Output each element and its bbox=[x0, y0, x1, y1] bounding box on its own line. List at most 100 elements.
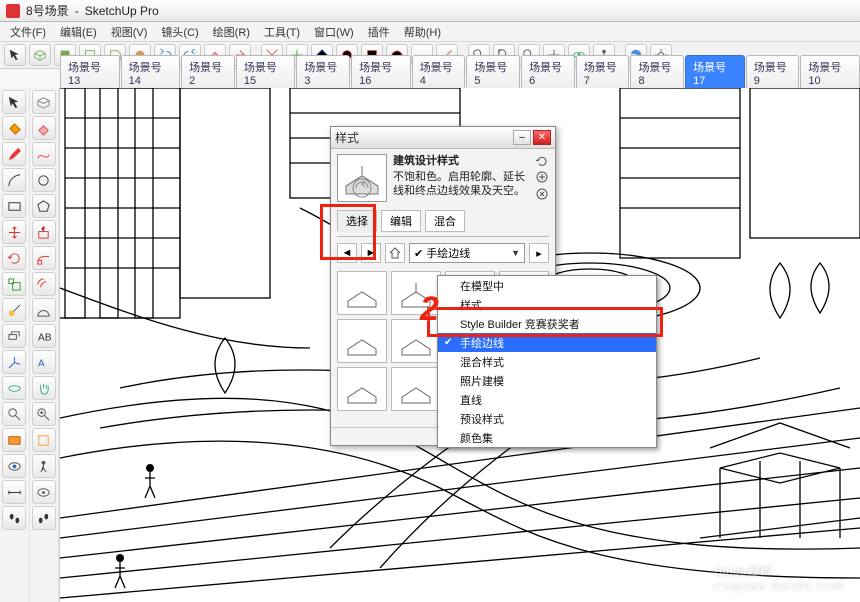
scene-tab-active[interactable]: 场景号17 bbox=[685, 55, 745, 90]
section-plane-icon[interactable] bbox=[2, 428, 26, 452]
component-icon[interactable] bbox=[32, 90, 56, 114]
scene-tab[interactable]: 场景号7 bbox=[576, 55, 630, 90]
scale-tool-icon[interactable] bbox=[2, 272, 26, 296]
menu-plugins[interactable]: 插件 bbox=[362, 22, 396, 42]
dialog-title-label: 样式 bbox=[335, 129, 359, 146]
3d-text-icon[interactable]: A bbox=[32, 350, 56, 374]
details-button[interactable]: ▸ bbox=[529, 243, 549, 263]
scene-tab[interactable]: 场景号9 bbox=[746, 55, 800, 90]
zoom-extents-tool-icon[interactable] bbox=[32, 402, 56, 426]
footprint-icon[interactable] bbox=[2, 506, 26, 530]
app-icon bbox=[6, 4, 20, 18]
text-tool-icon[interactable] bbox=[2, 324, 26, 348]
style-description: 不饱和色。启用轮廓、延长线和终点边线效果及天空。 bbox=[393, 170, 531, 198]
menu-camera[interactable]: 镜头(C) bbox=[155, 22, 204, 42]
style-thumb[interactable] bbox=[391, 367, 441, 411]
scene-tab[interactable]: 场景号14 bbox=[121, 55, 181, 90]
scene-tab[interactable]: 场景号8 bbox=[630, 55, 684, 90]
style-collection-select[interactable]: ✔手绘边线 ▼ bbox=[409, 243, 525, 263]
scene-tab[interactable]: 场景号15 bbox=[236, 55, 296, 90]
select-tool-icon[interactable] bbox=[4, 44, 26, 66]
svg-text:ABC: ABC bbox=[38, 332, 51, 343]
style-new-icon[interactable] bbox=[535, 170, 549, 184]
dropdown-item[interactable]: 颜色集 bbox=[438, 428, 656, 447]
dialog-titlebar[interactable]: 样式 – ✕ bbox=[331, 127, 555, 149]
styles-tab-select[interactable]: 选择 bbox=[337, 210, 377, 232]
menu-bar[interactable]: 文件(F) 编辑(E) 视图(V) 镜头(C) 绘图(R) 工具(T) 窗口(W… bbox=[0, 22, 860, 42]
rectangle-tool-icon[interactable] bbox=[2, 194, 26, 218]
nav-forward-button[interactable]: ► bbox=[361, 243, 381, 263]
rotate-tool-icon[interactable] bbox=[2, 246, 26, 270]
circle-tool-icon[interactable] bbox=[32, 168, 56, 192]
dropdown-item[interactable]: Style Builder 竞赛获奖者 bbox=[438, 314, 656, 333]
nav-home-button[interactable] bbox=[385, 243, 405, 263]
pan-tool-icon[interactable] bbox=[32, 376, 56, 400]
select-tool-icon[interactable] bbox=[2, 90, 26, 114]
dropdown-item-selected[interactable]: 手绘边线 bbox=[438, 333, 656, 352]
menu-tools[interactable]: 工具(T) bbox=[258, 22, 306, 42]
orbit-tool-icon[interactable] bbox=[2, 376, 26, 400]
protractor-icon[interactable] bbox=[32, 298, 56, 322]
section-display-icon[interactable] bbox=[32, 428, 56, 452]
style-collection-value: 手绘边线 bbox=[426, 245, 470, 261]
dropdown-item[interactable]: 照片建模 bbox=[438, 371, 656, 390]
text-label-icon[interactable]: ABC bbox=[32, 324, 56, 348]
dropdown-item[interactable]: 预设样式 bbox=[438, 409, 656, 428]
dropdown-item[interactable]: 直线 bbox=[438, 390, 656, 409]
paint-bucket-icon[interactable] bbox=[2, 116, 26, 140]
tape-measure-icon[interactable] bbox=[2, 298, 26, 322]
menu-window[interactable]: 窗口(W) bbox=[308, 22, 360, 42]
dropdown-item[interactable]: 在模型中 bbox=[438, 276, 656, 295]
window-titlebar: 8号场景 - SketchUp Pro bbox=[0, 0, 860, 22]
scene-tab[interactable]: 场景号5 bbox=[466, 55, 520, 90]
walk-tool-icon[interactable] bbox=[32, 454, 56, 478]
followme-icon[interactable] bbox=[32, 246, 56, 270]
scene-tab[interactable]: 场景号13 bbox=[60, 55, 120, 90]
style-refresh-icon[interactable] bbox=[535, 187, 549, 201]
scene-tab[interactable]: 场景号4 bbox=[412, 55, 466, 90]
dialog-close-button[interactable]: ✕ bbox=[533, 130, 551, 145]
dropdown-item[interactable]: 样式 bbox=[438, 295, 656, 314]
style-thumb[interactable] bbox=[337, 319, 387, 363]
zoom-tool-icon[interactable] bbox=[2, 402, 26, 426]
menu-draw[interactable]: 绘图(R) bbox=[207, 22, 256, 42]
style-thumb[interactable] bbox=[337, 367, 387, 411]
look-around-icon[interactable] bbox=[32, 480, 56, 504]
style-name: 建筑设计样式 bbox=[393, 154, 459, 168]
menu-view[interactable]: 视图(V) bbox=[105, 22, 154, 42]
style-thumb[interactable] bbox=[337, 271, 387, 315]
footprint-right-icon[interactable] bbox=[32, 506, 56, 530]
eye-icon[interactable] bbox=[2, 454, 26, 478]
scene-tab[interactable]: 场景号2 bbox=[181, 55, 235, 90]
nav-back-button[interactable]: ◄ bbox=[337, 243, 357, 263]
dropdown-item[interactable]: 混合样式 bbox=[438, 352, 656, 371]
pushpull-tool-icon[interactable] bbox=[32, 220, 56, 244]
scene-tab[interactable]: 场景号3 bbox=[296, 55, 350, 90]
styles-tab-edit[interactable]: 编辑 bbox=[381, 210, 421, 232]
style-update-icon[interactable] bbox=[535, 154, 549, 168]
eraser-icon[interactable] bbox=[32, 116, 56, 140]
freehand-icon[interactable] bbox=[32, 142, 56, 166]
dimension-tool-icon[interactable] bbox=[2, 480, 26, 504]
pencil-icon[interactable] bbox=[2, 142, 26, 166]
document-title: 8号场景 bbox=[26, 2, 69, 19]
style-thumb[interactable] bbox=[391, 319, 441, 363]
offset-icon[interactable] bbox=[32, 272, 56, 296]
scene-tab[interactable]: 场景号6 bbox=[521, 55, 575, 90]
menu-edit[interactable]: 编辑(E) bbox=[54, 22, 103, 42]
move-tool-icon[interactable] bbox=[2, 220, 26, 244]
scene-tab[interactable]: 场景号16 bbox=[351, 55, 411, 90]
scene-tab[interactable]: 场景号10 bbox=[800, 55, 860, 90]
style-collection-dropdown[interactable]: 在模型中 样式 Style Builder 竞赛获奖者 手绘边线 混合样式 照片… bbox=[437, 275, 657, 448]
menu-file[interactable]: 文件(F) bbox=[4, 22, 52, 42]
menu-help[interactable]: 帮助(H) bbox=[398, 22, 447, 42]
styles-tab-mix[interactable]: 混合 bbox=[425, 210, 465, 232]
dialog-minimize-button[interactable]: – bbox=[513, 130, 531, 145]
style-thumb[interactable] bbox=[391, 271, 441, 315]
axes-tool-icon[interactable] bbox=[2, 350, 26, 374]
polygon-icon[interactable] bbox=[32, 194, 56, 218]
style-thumbnail[interactable] bbox=[337, 154, 387, 202]
arc-tool-icon[interactable] bbox=[2, 168, 26, 192]
iso-view-icon[interactable] bbox=[29, 44, 51, 66]
app-title: SketchUp Pro bbox=[85, 4, 159, 18]
